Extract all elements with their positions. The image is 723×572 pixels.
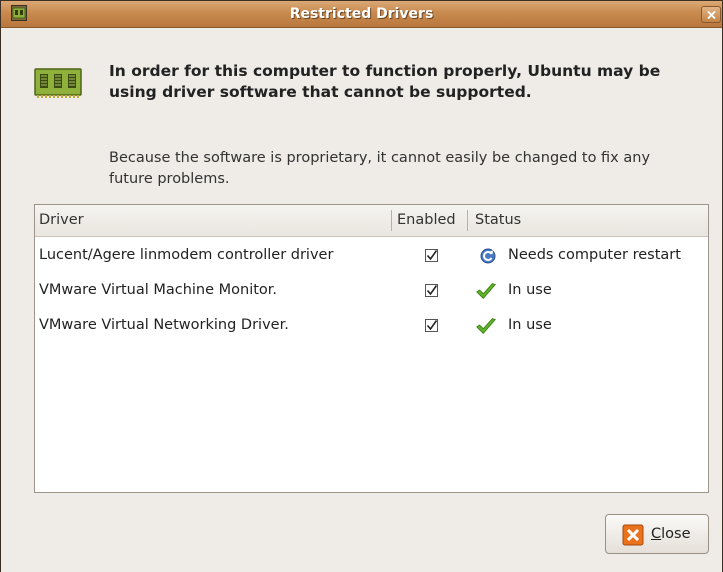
close-icon [622, 524, 644, 546]
restart-icon [480, 248, 496, 264]
column-header-status[interactable]: Status [475, 205, 521, 236]
title-bar[interactable]: Restricted Drivers [1, 1, 722, 28]
enabled-checkbox[interactable] [425, 284, 438, 297]
restricted-drivers-window: Restricted Drivers In order for this com… [0, 0, 723, 572]
driver-name: Lucent/Agere linmodem controller driver [39, 247, 334, 263]
drivers-table[interactable]: Driver Enabled Status Lucent/Agere linmo… [34, 204, 709, 493]
close-button[interactable]: Close [605, 514, 709, 554]
enabled-checkbox[interactable] [425, 249, 438, 262]
checkmark-icon [476, 283, 496, 300]
table-row[interactable]: VMware Virtual Machine Monitor. In use [35, 273, 708, 308]
warning-detail: Because the software is proprietary, it … [109, 150, 651, 187]
column-separator [391, 210, 392, 231]
column-header-enabled[interactable]: Enabled [397, 205, 456, 236]
table-row[interactable]: Lucent/Agere linmodem controller driver … [35, 238, 708, 273]
driver-name: VMware Virtual Machine Monitor. [39, 282, 278, 298]
column-header-driver[interactable]: Driver [39, 205, 84, 236]
table-header: Driver Enabled Status [35, 205, 708, 237]
hardware-chip-icon [34, 67, 82, 99]
driver-status: Needs computer restart [508, 247, 681, 263]
table-row[interactable]: VMware Virtual Networking Driver. In use [35, 308, 708, 343]
column-separator [467, 210, 468, 231]
driver-status: In use [508, 317, 552, 333]
window-close-button[interactable] [701, 6, 721, 23]
close-button-label: Close [651, 526, 691, 542]
checkmark-icon [476, 318, 496, 335]
driver-status: In use [508, 282, 552, 298]
close-icon [707, 11, 716, 19]
warning-headline: In order for this computer to function p… [109, 62, 661, 101]
window-title: Restricted Drivers [289, 6, 434, 22]
driver-name: VMware Virtual Networking Driver. [39, 317, 289, 333]
enabled-checkbox[interactable] [425, 319, 438, 332]
